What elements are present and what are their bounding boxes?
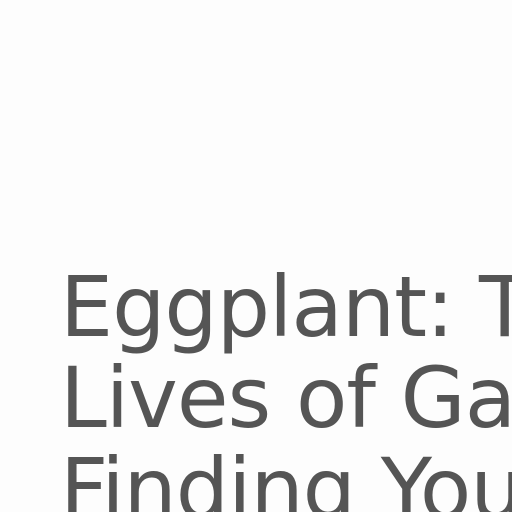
article-title-line-1: Eggplant: T	[60, 258, 512, 356]
article-title-line-2: Lives of Ga	[60, 349, 512, 447]
article-title-line-3: Finding You	[60, 440, 512, 512]
page: Eggplant: T Lives of Ga Finding You	[0, 0, 512, 512]
article-title: Eggplant: T Lives of Ga Finding You	[60, 262, 512, 512]
